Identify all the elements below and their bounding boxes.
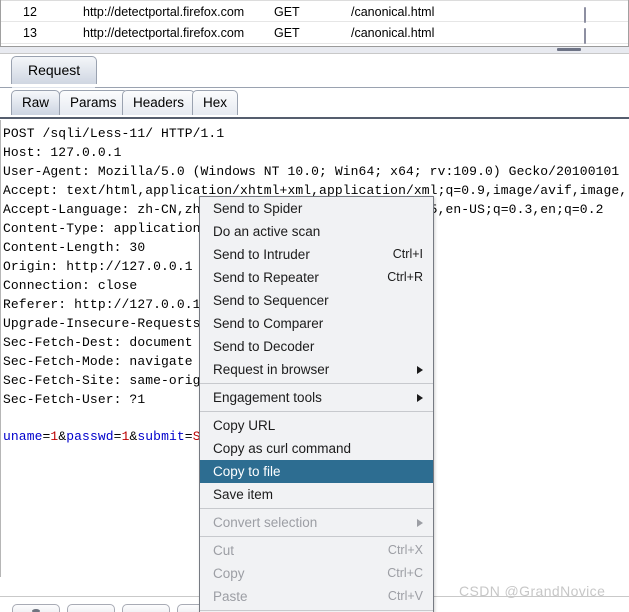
row-url: /canonical.html <box>351 26 435 40</box>
header-sec-fetch-user: Sec-Fetch-User: ?1 <box>3 392 146 407</box>
menu-item-label: Do an active scan <box>213 224 321 239</box>
menu-separator <box>200 383 433 384</box>
row-id: 12 <box>23 5 37 19</box>
editor-toolbar-button-1[interactable] <box>12 604 60 612</box>
menu-item-engagement-tools[interactable]: Engagement tools <box>200 386 433 409</box>
menu-item-send-to-comparer[interactable]: Send to Comparer <box>200 312 433 335</box>
row-host: http://detectportal.firefox.com <box>83 5 245 19</box>
header-sec-fetch-site: Sec-Fetch-Site: same-origin <box>3 373 217 388</box>
menu-item-copy-url[interactable]: Copy URL <box>200 414 433 437</box>
tab-headers[interactable]: Headers <box>122 90 196 115</box>
table-row[interactable]: 12 http://detectportal.firefox.com GET /… <box>1 0 628 23</box>
menu-separator <box>200 610 433 611</box>
tab-hex[interactable]: Hex <box>192 90 239 115</box>
editor-toolbar-button-3[interactable] <box>122 604 170 612</box>
request-tabstrip: Request <box>0 54 629 88</box>
editor-toolbar-button-2[interactable] <box>67 604 115 612</box>
menu-item-label: Paste <box>213 589 248 604</box>
menu-item-send-to-intruder[interactable]: Send to Intruder Ctrl+I <box>200 243 433 266</box>
row-method: GET <box>274 5 300 19</box>
splitter-grip-icon <box>557 48 581 51</box>
menu-item-accelerator: Ctrl+C <box>387 566 423 580</box>
body-param-key: submit <box>137 429 185 444</box>
menu-item-label: Save item <box>213 487 274 502</box>
header-connection: Connection: close <box>3 278 138 293</box>
burp-suite-window: 12 http://detectportal.firefox.com GET /… <box>0 0 629 612</box>
menu-item-label: Copy as curl command <box>213 441 352 456</box>
row-method: GET <box>274 26 300 40</box>
header-sec-fetch-dest: Sec-Fetch-Dest: document <box>3 335 193 350</box>
menu-item-label: Copy <box>213 566 245 581</box>
menu-item-accelerator: Ctrl+X <box>387 543 423 557</box>
context-menu[interactable]: Send to Spider Do an active scan Send to… <box>199 196 434 612</box>
menu-item-accelerator: Ctrl+R <box>387 270 423 284</box>
header-origin: Origin: http://127.0.0.1 <box>3 259 193 274</box>
message-view-subtabs: Raw Params Headers Hex <box>0 88 629 119</box>
header-user-agent: User-Agent: Mozilla/5.0 (Windows NT 10.0… <box>3 164 620 179</box>
chevron-right-icon <box>417 519 423 527</box>
menu-item-label: Request in browser <box>213 362 330 377</box>
menu-item-label: Copy to file <box>213 464 281 479</box>
menu-item-send-to-decoder[interactable]: Send to Decoder <box>200 335 433 358</box>
menu-item-label: Copy URL <box>213 418 276 433</box>
row-host: http://detectportal.firefox.com <box>83 26 245 40</box>
menu-item-copy: Copy Ctrl+C <box>200 562 433 585</box>
menu-separator <box>200 411 433 412</box>
table-row[interactable]: 13 http://detectportal.firefox.com GET /… <box>1 22 628 44</box>
menu-item-accelerator: Ctrl+V <box>387 589 423 603</box>
header-sec-fetch-mode: Sec-Fetch-Mode: navigate <box>3 354 193 369</box>
menu-item-label: Send to Sequencer <box>213 293 329 308</box>
body-param-key: uname <box>3 429 43 444</box>
header-content-length: Content-Length: 30 <box>3 240 146 255</box>
menu-item-request-in-browser[interactable]: Request in browser <box>200 358 433 381</box>
menu-item-label: Send to Intruder <box>213 247 310 262</box>
menu-item-send-to-sequencer[interactable]: Send to Sequencer <box>200 289 433 312</box>
menu-item-label: Cut <box>213 543 235 558</box>
menu-item-label: Send to Decoder <box>213 339 315 354</box>
row-id: 13 <box>23 26 37 40</box>
row-checkbox[interactable] <box>584 25 586 46</box>
request-line: POST /sqli/Less-11/ HTTP/1.1 <box>3 126 225 141</box>
body-param-key: passwd <box>66 429 114 444</box>
menu-separator <box>200 508 433 509</box>
menu-item-copy-to-file[interactable]: Copy to file <box>200 460 433 483</box>
menu-item-copy-as-curl-command[interactable]: Copy as curl command <box>200 437 433 460</box>
tab-request[interactable]: Request <box>11 56 98 84</box>
menu-item-send-to-spider[interactable]: Send to Spider <box>200 197 433 220</box>
menu-item-label: Send to Comparer <box>213 316 324 331</box>
menu-item-do-an-active-scan[interactable]: Do an active scan <box>200 220 433 243</box>
menu-item-paste: Paste Ctrl+V <box>200 585 433 608</box>
menu-item-label: Engagement tools <box>213 390 322 405</box>
menu-separator <box>200 536 433 537</box>
menu-item-convert-selection: Convert selection <box>200 511 433 534</box>
tab-raw[interactable]: Raw <box>11 90 61 115</box>
tab-params[interactable]: Params <box>59 90 128 115</box>
menu-item-send-to-repeater[interactable]: Send to Repeater Ctrl+R <box>200 266 433 289</box>
menu-item-cut: Cut Ctrl+X <box>200 539 433 562</box>
menu-item-label: Send to Spider <box>213 201 303 216</box>
horizontal-splitter[interactable] <box>0 46 629 54</box>
chevron-right-icon <box>417 394 423 402</box>
menu-item-label: Send to Repeater <box>213 270 319 285</box>
chevron-right-icon <box>417 366 423 374</box>
proxy-history-table[interactable]: 12 http://detectportal.firefox.com GET /… <box>0 0 629 46</box>
menu-item-accelerator: Ctrl+I <box>392 247 423 261</box>
menu-item-label: Convert selection <box>213 515 318 530</box>
header-host: Host: 127.0.0.1 <box>3 145 122 160</box>
watermark: CSDN @GrandNovice <box>459 583 606 599</box>
header-upgrade-insecure-requests: Upgrade-Insecure-Requests: 1 <box>3 316 225 331</box>
menu-item-save-item[interactable]: Save item <box>200 483 433 506</box>
row-url: /canonical.html <box>351 5 435 19</box>
subtab-rule <box>0 117 629 119</box>
